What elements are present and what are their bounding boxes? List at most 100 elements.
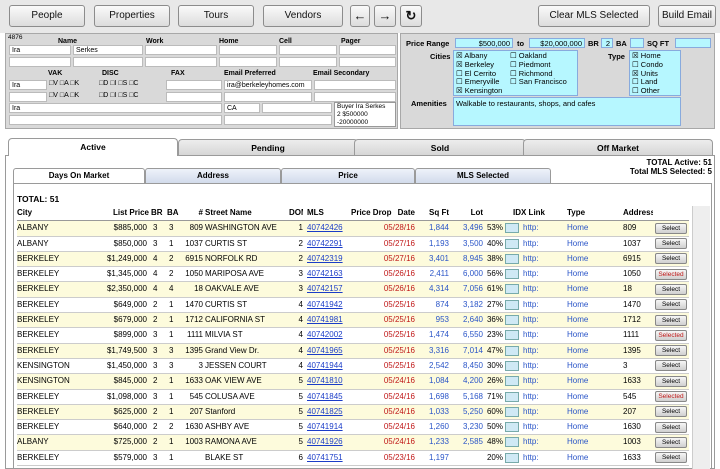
- select-button[interactable]: Select: [655, 238, 687, 250]
- selected-button[interactable]: Selected: [655, 391, 687, 403]
- cell-mls-link[interactable]: 40741810: [307, 374, 347, 388]
- header-idx-link[interactable]: IDX Link: [513, 206, 553, 220]
- select-button[interactable]: Select: [655, 421, 687, 433]
- selected-button[interactable]: Selected: [655, 329, 687, 341]
- header-type[interactable]: Type: [567, 206, 607, 220]
- subtab-address[interactable]: Address: [145, 168, 281, 183]
- header-address[interactable]: Address: [623, 206, 653, 220]
- people-button[interactable]: People: [9, 5, 85, 27]
- cell-idx-link[interactable]: http:: [523, 221, 553, 235]
- cell-idx-link[interactable]: http:: [523, 237, 553, 251]
- cell-mls-link[interactable]: 40742291: [307, 237, 347, 251]
- tab-active[interactable]: Active: [8, 138, 178, 156]
- fax-row2-field[interactable]: [166, 92, 222, 102]
- idx-box-icon[interactable]: [505, 253, 519, 264]
- price-max-field[interactable]: $20,000,000: [529, 38, 585, 48]
- work-phone-field[interactable]: [145, 45, 217, 55]
- table-row[interactable]: BERKELEY $899,000 3 1 1111 MILVIA ST 4 40742002…: [17, 328, 689, 344]
- table-row[interactable]: BERKELEY $2,350,000 4 4 18 OAKVALE AVE 3 407421…: [17, 282, 689, 298]
- idx-box-icon[interactable]: [505, 238, 519, 249]
- header-sqft[interactable]: Sq Ft: [419, 206, 449, 220]
- cell-idx-link[interactable]: http:: [523, 267, 553, 281]
- table-scrollbar[interactable]: [692, 206, 710, 469]
- subtab-price[interactable]: Price: [281, 168, 415, 183]
- idx-box-icon[interactable]: [505, 223, 519, 234]
- vak-checkboxes-row2[interactable]: □V □A □K: [49, 92, 79, 99]
- cell-idx-link[interactable]: http:: [523, 252, 553, 266]
- vendors-button[interactable]: Vendors: [263, 5, 343, 27]
- select-button[interactable]: Select: [655, 345, 687, 357]
- zip-field[interactable]: [262, 103, 332, 113]
- cell-mls-link[interactable]: 40741825: [307, 405, 347, 419]
- cell-idx-link[interactable]: http:: [523, 328, 553, 342]
- cell-idx-link[interactable]: http:: [523, 390, 553, 404]
- select-button[interactable]: Select: [655, 452, 687, 464]
- pager-field[interactable]: [339, 45, 396, 55]
- cell-mls-link[interactable]: 40742163: [307, 267, 347, 281]
- ba-field[interactable]: [630, 38, 644, 48]
- idx-box-icon[interactable]: [505, 391, 519, 402]
- table-row[interactable]: ALBANY $725,000 2 1 1003 RAMONA AVE 5 40741926 0…: [17, 435, 689, 451]
- city-field[interactable]: [224, 115, 332, 125]
- idx-box-icon[interactable]: [505, 406, 519, 417]
- header-number[interactable]: #: [181, 206, 203, 220]
- header-mls[interactable]: MLS: [307, 206, 347, 220]
- build-email-button[interactable]: Build Email: [658, 5, 716, 27]
- table-row[interactable]: BERKELEY $579,000 3 1 BLAKE ST 6 40741751 05/23…: [17, 450, 689, 467]
- disc-checkboxes-row2[interactable]: □D □I □S □C: [99, 92, 138, 99]
- idx-box-icon[interactable]: [505, 269, 519, 280]
- work-row2-field[interactable]: [145, 57, 217, 67]
- table-row[interactable]: BERKELEY $1,345,000 4 2 1050 MARIPOSA AVE 3 407…: [17, 267, 689, 283]
- cell-mls-link[interactable]: 40741845: [307, 390, 347, 404]
- sqft-field[interactable]: [675, 38, 711, 48]
- header-br[interactable]: BR: [151, 206, 165, 220]
- cell-mls-link[interactable]: 40741926: [307, 435, 347, 449]
- first-name-field[interactable]: Ira: [9, 45, 71, 55]
- name-row2-field-a[interactable]: [9, 57, 71, 67]
- cell-idx-link[interactable]: http:: [523, 374, 553, 388]
- table-row[interactable]: ALBANY $885,000 3 3 809 WASHINGTON AVE 1 407424…: [17, 221, 689, 237]
- header-dom[interactable]: DOM: [289, 206, 303, 220]
- tours-button[interactable]: Tours: [178, 5, 254, 27]
- table-row[interactable]: BERKELEY $1,249,000 4 2 6915 NORFOLK RD 2 40742…: [17, 251, 689, 268]
- select-button[interactable]: Select: [655, 406, 687, 418]
- cell-idx-link[interactable]: http:: [523, 282, 553, 296]
- type-other-checkbox[interactable]: ☐ Other: [632, 86, 660, 96]
- properties-button[interactable]: Properties: [94, 5, 170, 27]
- subtab-mls-selected[interactable]: MLS Selected: [415, 168, 551, 183]
- selected-button[interactable]: Selected: [655, 268, 687, 280]
- disc-checkboxes-row1[interactable]: □D □I □S □C: [99, 80, 138, 87]
- cell-mls-link[interactable]: 40742319: [307, 252, 347, 266]
- idx-box-icon[interactable]: [505, 452, 519, 463]
- cell-mls-link[interactable]: 40741965: [307, 344, 347, 358]
- header-date[interactable]: Date: [383, 206, 415, 220]
- tab-pending[interactable]: Pending: [178, 139, 358, 156]
- clear-mls-selected-button[interactable]: Clear MLS Selected: [538, 5, 650, 27]
- table-row[interactable]: ALBANY $850,000 3 1 1037 CURTIS ST 2 40742291 05…: [17, 236, 689, 252]
- cell-mls-link[interactable]: 40741944: [307, 359, 347, 373]
- header-city[interactable]: City: [17, 206, 89, 220]
- idx-box-icon[interactable]: [505, 315, 519, 326]
- idx-box-icon[interactable]: [505, 330, 519, 341]
- table-row[interactable]: BERKELEY $1,749,500 3 3 1395 Grand View Dr. 4 4…: [17, 343, 689, 359]
- select-button[interactable]: Select: [655, 360, 687, 372]
- fax-field[interactable]: [166, 80, 222, 90]
- vak-name-field[interactable]: Ira: [9, 80, 47, 90]
- pager-row2-field[interactable]: [339, 57, 396, 67]
- table-row[interactable]: BERKELEY $649,000 2 1 1470 CURTIS ST 4 40741942…: [17, 297, 689, 314]
- table-row[interactable]: KENSINGTON $1,450,000 3 3 3 JESSEN COURT 4 4074…: [17, 358, 689, 375]
- select-button[interactable]: Select: [655, 253, 687, 265]
- address-name-field[interactable]: Ira: [9, 103, 222, 113]
- cell-idx-link[interactable]: http:: [523, 420, 553, 434]
- subtab-days-on-market[interactable]: Days On Market: [13, 168, 145, 183]
- email-secondary-row2-field[interactable]: [314, 92, 396, 102]
- cell-idx-link[interactable]: http:: [523, 359, 553, 373]
- cell-mls-link[interactable]: 40741751: [307, 451, 347, 465]
- cell-mls-link[interactable]: 40742002: [307, 328, 347, 342]
- header-ba[interactable]: BA: [167, 206, 181, 220]
- select-button[interactable]: Select: [655, 314, 687, 326]
- arrow-left-icon[interactable]: ←: [350, 5, 370, 27]
- table-row[interactable]: KENSINGTON $845,000 2 1 1633 OAK VIEW AVE 5 407…: [17, 374, 689, 390]
- idx-box-icon[interactable]: [505, 284, 519, 295]
- cell-idx-link[interactable]: http:: [523, 435, 553, 449]
